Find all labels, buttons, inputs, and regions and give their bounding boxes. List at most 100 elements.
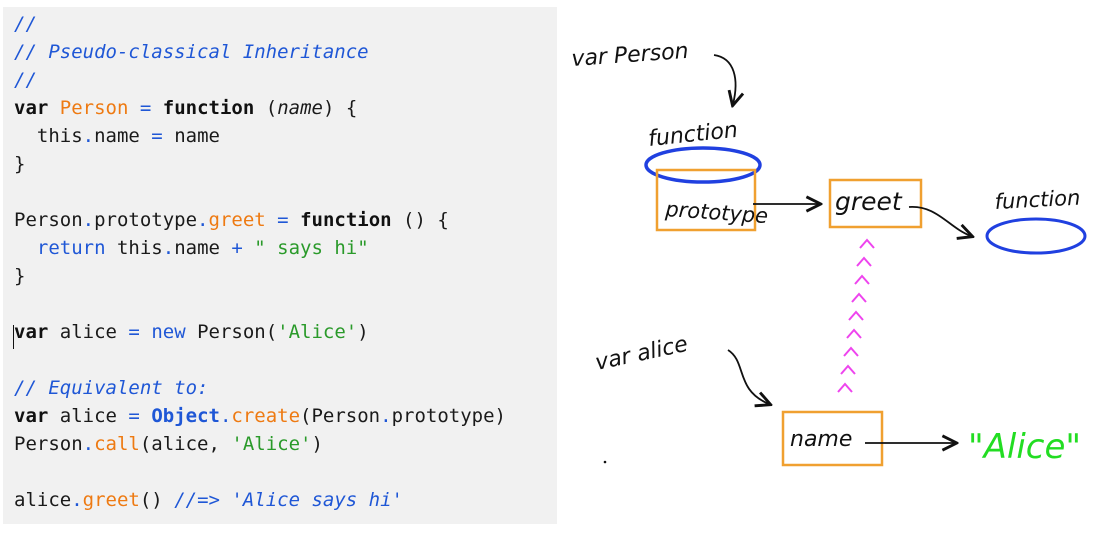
code-token: Object — [151, 405, 220, 427]
code-token: this — [105, 237, 163, 259]
code-token: // Pseudo-classical Inheritance — [14, 41, 369, 63]
greet-to-function-arrow — [908, 206, 971, 236]
function-object-ellipse — [644, 146, 762, 184]
alice-value: "Alice" — [968, 427, 1081, 467]
code-line: alice.greet() //=> 'Alice says hi' — [14, 486, 506, 514]
code-token: } — [14, 265, 26, 287]
var-person-arrow — [713, 54, 736, 104]
code-lines: // // Pseudo-classical Inheritance // var P… — [14, 10, 506, 514]
code-token: ) — [311, 433, 323, 455]
code-line: Person.prototype.greet = function () { — [14, 206, 506, 234]
code-line: } — [14, 150, 506, 178]
code-token: () — [139, 489, 175, 511]
prototype-label: prototype — [664, 197, 769, 228]
code-line: // — [14, 66, 506, 94]
code-token: create — [231, 405, 301, 427]
code-panel: // // Pseudo-classical Inheritance // var P… — [3, 7, 557, 524]
name-label: name — [790, 427, 852, 452]
code-token: = — [277, 209, 289, 231]
code-token: 'Alice' — [231, 433, 312, 455]
code-token: call — [94, 433, 140, 455]
code-token: name — [277, 97, 323, 119]
code-token: . — [219, 405, 232, 427]
var-alice-label: var alice — [593, 332, 690, 376]
code-token: Person — [59, 97, 129, 119]
code-token: var — [14, 97, 49, 119]
code-line: } — [14, 262, 506, 290]
code-token: () { — [391, 209, 449, 231]
code-line: var alice = new Person('Alice') — [14, 318, 506, 346]
code-token: var — [14, 405, 49, 427]
code-token: = — [128, 405, 140, 427]
code-token: . — [71, 489, 83, 511]
greet-label: greet — [835, 187, 903, 216]
code-token: (alice, — [139, 433, 232, 455]
code-line: Person.call(alice, 'Alice') — [14, 430, 506, 458]
code-token: . — [82, 125, 95, 147]
code-token: this — [14, 125, 83, 147]
code-token: } — [14, 153, 26, 175]
code-token: ) — [357, 321, 369, 343]
code-token: Person( — [185, 321, 278, 343]
code-token: alice — [14, 489, 72, 511]
code-line: // Pseudo-classical Inheritance — [14, 38, 506, 66]
code-token: function — [300, 209, 392, 231]
code-line: this.name = name — [14, 122, 506, 150]
code-token: = — [128, 321, 140, 343]
proto-link-chevrons — [837, 238, 875, 393]
prototype-diagram: var Person function prototype greet func… — [571, 39, 1087, 467]
greet-function-ellipse — [985, 217, 1087, 255]
code-token: . — [82, 433, 95, 455]
code-line: var Person = function (name) { — [14, 94, 506, 122]
code-token: " says hi" — [254, 237, 369, 259]
code-token: . — [197, 209, 209, 231]
code-token: prototype — [94, 209, 198, 231]
code-token: //=> 'Alice says hi' — [174, 489, 403, 511]
code-token: // — [14, 13, 37, 35]
code-token: + — [231, 237, 243, 259]
code-token: return — [36, 237, 106, 259]
code-token: ) { — [322, 97, 358, 119]
stray-dot — [603, 460, 607, 464]
code-token: = — [151, 125, 163, 147]
var-alice-arrow — [727, 349, 769, 404]
code-token: alice — [48, 321, 129, 343]
code-token: . — [82, 209, 95, 231]
code-token: // Equivalent to: — [14, 377, 209, 399]
function-label-right: function — [994, 186, 1081, 214]
code-token: 'Alice' — [277, 321, 358, 343]
code-token: greet — [82, 489, 140, 511]
code-token: = — [139, 97, 152, 119]
text-cursor — [13, 325, 14, 349]
code-line: // Equivalent to: — [14, 374, 506, 402]
code-token: greet — [208, 209, 266, 231]
code-token: name — [162, 125, 220, 147]
code-token: alice — [48, 405, 129, 427]
code-token: . — [162, 237, 175, 259]
code-token: prototype) — [391, 405, 506, 427]
code-token: . — [380, 405, 392, 427]
code-token: // — [14, 69, 37, 91]
code-token: (Person — [300, 405, 381, 427]
code-token: Person — [14, 433, 83, 455]
code-token: var — [14, 321, 49, 343]
code-token: name — [94, 125, 152, 147]
code-line: // — [14, 10, 506, 38]
code-token: new — [151, 321, 186, 343]
code-token: name — [174, 237, 232, 259]
code-line: var alice = Object.create(Person.prototy… — [14, 402, 506, 430]
code-token: function — [162, 97, 255, 119]
